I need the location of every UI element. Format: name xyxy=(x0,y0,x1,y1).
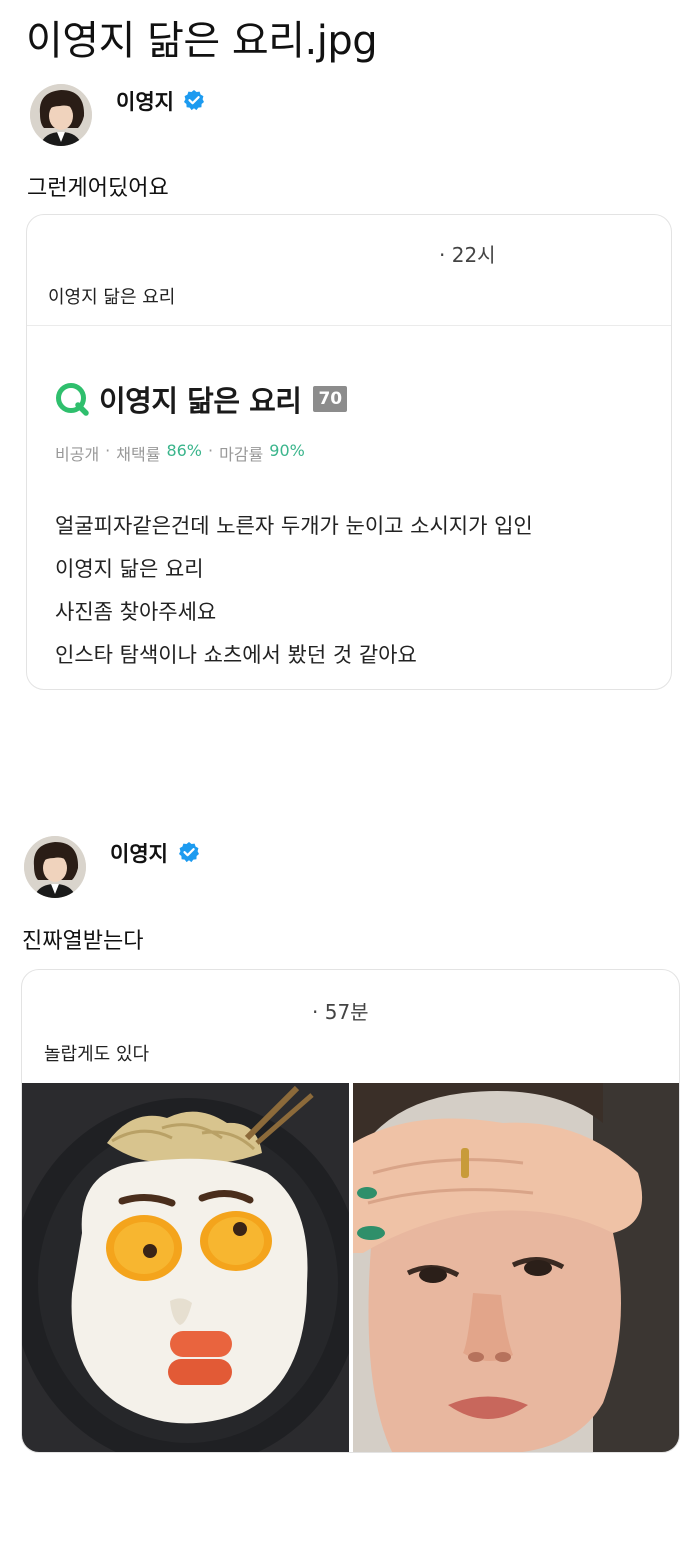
dish-photo[interactable] xyxy=(22,1083,349,1452)
meta-adopt-value: 86% xyxy=(166,441,202,460)
meta-separator: · xyxy=(208,441,214,460)
quote-divider xyxy=(27,325,671,326)
meta-separator: · xyxy=(105,441,111,460)
question-title: 이영지 닮은 요리 xyxy=(99,384,302,418)
meta-close-value: 90% xyxy=(269,441,305,460)
quote-text: 놀랍게도 있다 xyxy=(44,1044,150,1065)
author-avatar[interactable] xyxy=(24,836,86,898)
q-search-icon xyxy=(56,383,89,416)
question-header: 이영지 닮은 요리 70 xyxy=(53,377,348,421)
question-body: 얼굴피자같은건데 노른자 두개가 눈이고 소시지가 입인 이영지 닮은 요리 사… xyxy=(55,505,533,677)
meta-close-label: 마감률 xyxy=(219,445,264,464)
verified-badge-icon xyxy=(179,842,199,863)
person-photo[interactable] xyxy=(353,1083,679,1452)
quote-text: 이영지 닮은 요리 xyxy=(48,287,176,308)
author-name[interactable]: 이영지 xyxy=(110,838,168,868)
question-badge: 70 xyxy=(313,386,348,412)
meta-adopt-label: 채택률 xyxy=(116,445,161,464)
question-body-line: 이영지 닮은 요리 xyxy=(55,557,204,581)
verified-badge-icon xyxy=(184,90,204,111)
question-body-line: 인스타 탐색이나 쇼츠에서 봤던 것 같아요 xyxy=(55,643,417,667)
author-name[interactable]: 이영지 xyxy=(116,86,174,116)
question-meta: 비공개 · 채택률 86% · 마감률 90% xyxy=(55,441,305,465)
author-avatar[interactable] xyxy=(30,84,92,146)
meta-private: 비공개 xyxy=(55,445,100,464)
quoted-post[interactable]: · 57분 놀랍게도 있다 xyxy=(21,969,680,1453)
post-text: 그런게어딨어요 xyxy=(27,176,169,201)
question-body-line: 사진좀 찾아주세요 xyxy=(55,600,217,624)
question-body-line: 얼굴피자같은건데 노른자 두개가 눈이고 소시지가 입인 xyxy=(55,514,533,538)
page-title: 이영지 닮은 요리.jpg xyxy=(26,18,378,64)
quoted-post[interactable]: · 22시 이영지 닮은 요리 이영지 닮은 요리 70 비공개 · 채택률 8… xyxy=(26,214,672,690)
quote-timestamp: · 57분 xyxy=(312,1000,369,1024)
quote-timestamp: · 22시 xyxy=(439,243,496,267)
post-text: 진짜열받는다 xyxy=(22,929,144,954)
